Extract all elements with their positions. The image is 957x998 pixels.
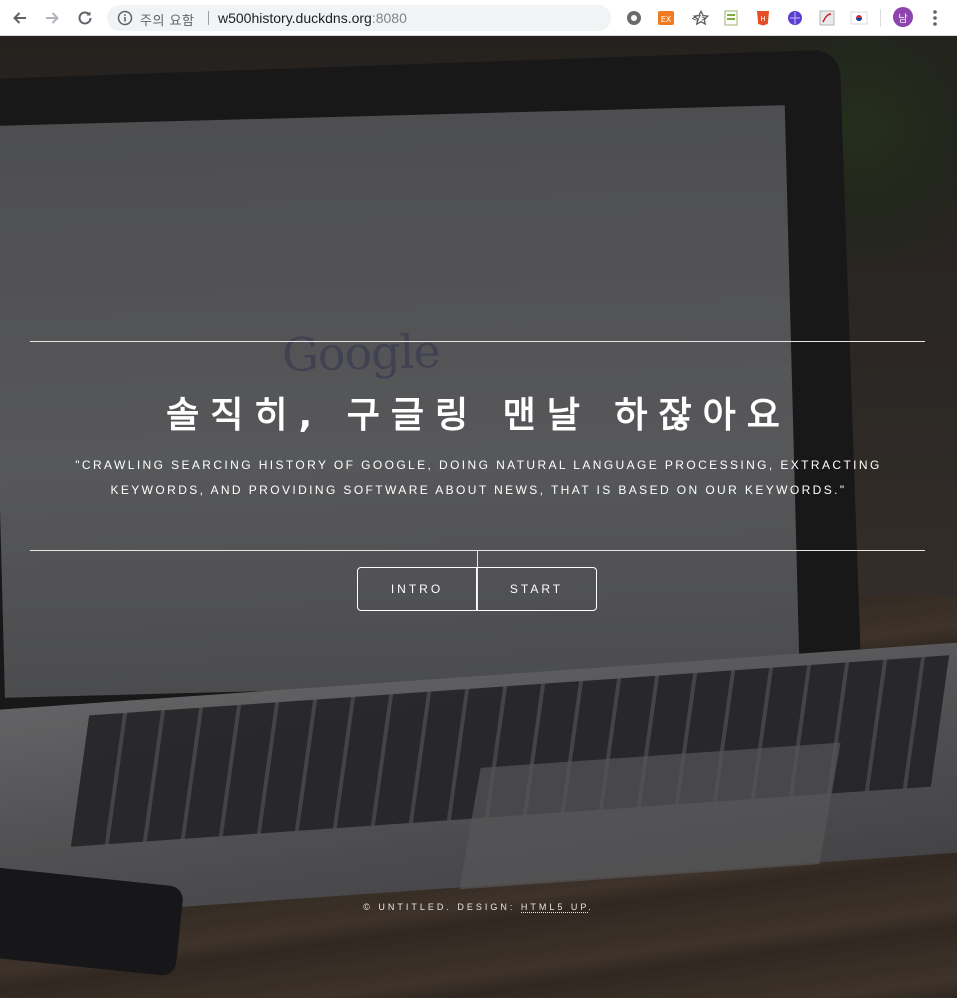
banner-top-rule [30,341,925,342]
orange-ex-icon[interactable]: EX [657,9,675,27]
toolbar-divider [880,9,881,27]
dev-code-icon[interactable]: </> [690,9,708,27]
security-status-text: 주의 요함 [140,14,195,29]
svg-text:EX: EX [661,15,672,24]
url-text[interactable]: w500history.duckdns.org:8080 [218,10,407,26]
browser-toolbar: 주의 요함 w500history.duckdns.org:8080 EX </… [0,0,957,36]
spreadsheet-icon[interactable] [722,9,740,27]
menu-kebab-icon[interactable] [927,8,943,28]
banner-title: 솔직히, 구글링 맨날 하잖아요 [166,395,791,436]
back-arrow-icon[interactable] [10,8,30,28]
pdf-icon[interactable] [818,9,836,27]
url-host: w500history.duckdns.org [218,10,372,26]
purple-globe-icon[interactable] [786,9,804,27]
svg-text:H: H [760,15,765,23]
background-dim-overlay [0,36,957,998]
forward-arrow-icon[interactable] [42,8,62,28]
address-divider [208,11,209,25]
copyright-text: © UNTITLED. DESIGN: [363,902,516,912]
footer-period: . [588,902,594,912]
intro-button[interactable]: INTRO [357,567,477,611]
info-icon[interactable] [117,10,133,26]
url-port: :8080 [371,10,407,26]
html5-icon[interactable]: H [754,9,772,27]
settings-gear-icon[interactable] [625,9,643,27]
banner-subtitle: "Crawling searcing history of google, do… [75,458,882,497]
address-bar[interactable]: 주의 요함 w500history.duckdns.org:8080 [107,5,710,31]
footer-copyright: © UNTITLED. DESIGN: HTML5 UP. [0,902,957,913]
svg-text:</>: </> [692,14,707,23]
reload-icon[interactable] [75,8,95,28]
banner-section: Google 솔직히, 구글링 맨날 하잖아요 "Crawling searci… [0,36,957,998]
profile-avatar[interactable]: 남 [893,7,913,27]
korea-flag-icon[interactable] [850,9,868,27]
html5up-link[interactable]: HTML5 UP [520,902,589,913]
start-button[interactable]: START [477,567,597,611]
